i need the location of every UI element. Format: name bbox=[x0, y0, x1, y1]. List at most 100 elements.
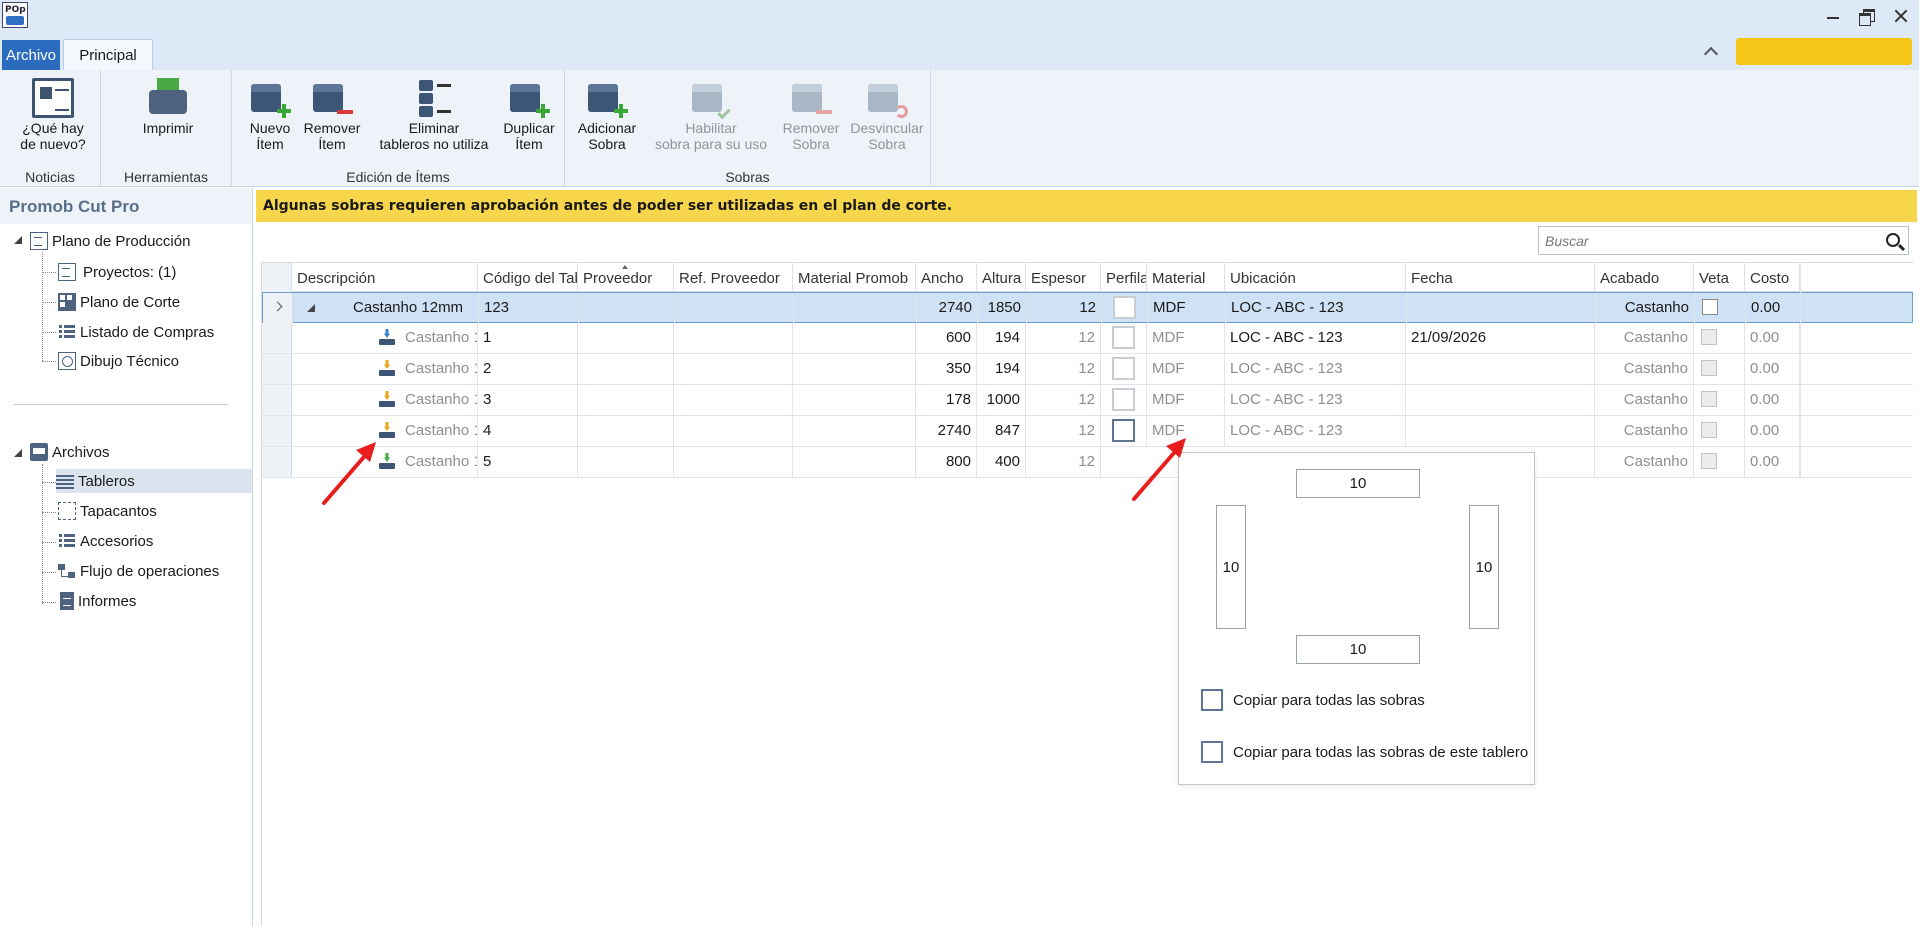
close-button[interactable] bbox=[1891, 6, 1911, 26]
sidebar-item-production-plan[interactable]: Plano de Producción bbox=[30, 229, 190, 253]
table-row[interactable]: Castanho 12mm 1 600 194 12 MDF LOC - ABC… bbox=[262, 323, 1913, 354]
col-codigo[interactable]: Código del Table bbox=[478, 263, 578, 292]
remove-item-button[interactable]: Remover Ítem bbox=[298, 78, 366, 152]
search-icon[interactable] bbox=[1886, 233, 1900, 247]
enable-leftover-button[interactable]: Habilitar sobra para su uso bbox=[647, 78, 775, 152]
edge-bottom-field[interactable]: 10 bbox=[1296, 635, 1420, 664]
col-ref-proveedor[interactable]: Ref. Proveedor bbox=[674, 263, 793, 292]
col-acabado[interactable]: Acabado bbox=[1595, 263, 1694, 292]
edge-profile-toggle[interactable] bbox=[1112, 326, 1135, 349]
annotation-arrow-icon bbox=[1132, 438, 1186, 501]
whats-new-button[interactable]: ¿Qué hay de nuevo? bbox=[16, 78, 90, 152]
unlink-leftover-button[interactable]: Desvincular Sobra bbox=[845, 78, 929, 152]
copy-all-option[interactable]: Copiar para todas las sobras bbox=[1201, 689, 1425, 711]
col-material-promob[interactable]: Material Promob bbox=[793, 263, 916, 292]
search-box[interactable] bbox=[1538, 226, 1909, 255]
col-altura[interactable]: Altura bbox=[977, 263, 1026, 292]
edge-left-field[interactable]: 10 bbox=[1216, 505, 1246, 629]
sidebar-divider bbox=[14, 404, 228, 405]
ribbon-group-noticias: ¿Qué hay de nuevo? Noticias bbox=[0, 70, 101, 187]
copy-board-option[interactable]: Copiar para todas las sobras de este tab… bbox=[1201, 741, 1528, 763]
grain-checkbox[interactable] bbox=[1701, 422, 1717, 438]
new-item-button[interactable]: Nuevo Ítem bbox=[242, 78, 298, 152]
sidebar-item-operations-flow[interactable]: Flujo de operaciones bbox=[58, 559, 219, 583]
ribbon-group-label: Edición de Ítems bbox=[346, 169, 450, 185]
print-button[interactable]: Imprimir bbox=[135, 78, 201, 136]
grain-checkbox[interactable] bbox=[1701, 453, 1717, 469]
table-header: Descripción Código del Table Proveedor R… bbox=[262, 262, 1913, 292]
restore-button[interactable] bbox=[1857, 6, 1877, 26]
table-row[interactable]: Castanho 12mm 2 350 194 12 MDF LOC - ABC… bbox=[262, 354, 1913, 385]
minimize-button[interactable] bbox=[1823, 6, 1843, 26]
collapse-files-icon[interactable] bbox=[14, 449, 24, 459]
edge-profile-toggle[interactable] bbox=[1112, 388, 1135, 411]
add-item-icon bbox=[249, 78, 291, 118]
sidebar-item-purchase-list[interactable]: Listado de Compras bbox=[58, 320, 214, 344]
ribbon-group-herramientas: Imprimir Herramientas bbox=[101, 70, 232, 187]
sidebar-item-technical-drawing[interactable]: Dibujo Técnico bbox=[58, 349, 179, 373]
copy-all-checkbox[interactable] bbox=[1201, 689, 1223, 711]
col-costo[interactable]: Costo bbox=[1745, 263, 1800, 292]
delete-unused-boards-button[interactable]: Eliminar tableros no utiliza bbox=[372, 78, 496, 152]
row-header[interactable] bbox=[263, 293, 293, 323]
operations-flow-icon bbox=[58, 562, 76, 580]
technical-drawing-icon bbox=[58, 352, 76, 370]
sidebar-item-reports[interactable]: Informes bbox=[58, 589, 136, 613]
table-row[interactable]: Castanho 12mm 3 178 1000 12 MDF LOC - AB… bbox=[262, 385, 1913, 416]
edge-top-field[interactable]: 10 bbox=[1296, 469, 1420, 498]
sidebar-item-edge-banding[interactable]: Tapacantos bbox=[58, 499, 157, 523]
ribbon: ¿Qué hay de nuevo? Noticias Imprimir Her… bbox=[0, 70, 1919, 187]
grain-checkbox[interactable] bbox=[1702, 299, 1718, 315]
edge-profile-toggle[interactable] bbox=[1113, 296, 1136, 319]
table-row[interactable]: Castanho 12mm 4 2740 847 12 MDF LOC - AB… bbox=[262, 416, 1913, 447]
tab-principal[interactable]: Principal bbox=[63, 39, 153, 70]
row-header[interactable] bbox=[262, 354, 292, 384]
row-header[interactable] bbox=[262, 385, 292, 415]
grain-checkbox[interactable] bbox=[1701, 391, 1717, 407]
row-header[interactable] bbox=[262, 323, 292, 353]
grain-checkbox[interactable] bbox=[1701, 329, 1717, 345]
grain-checkbox[interactable] bbox=[1701, 360, 1717, 376]
row-header[interactable] bbox=[262, 416, 292, 446]
highlighted-slot[interactable] bbox=[1736, 38, 1912, 65]
table-row[interactable]: Castanho 12mm 5 800 400 12 2026 Castanho… bbox=[262, 447, 1913, 478]
sidebar-item-accessories[interactable]: Accesorios bbox=[58, 529, 153, 553]
boards-table: Descripción Código del Table Proveedor R… bbox=[261, 262, 1913, 926]
production-plan-icon bbox=[30, 232, 48, 250]
col-fecha[interactable]: Fecha bbox=[1406, 263, 1595, 292]
edge-profile-toggle[interactable] bbox=[1112, 357, 1135, 380]
col-descripcion[interactable]: Descripción bbox=[292, 263, 478, 292]
collapse-row-icon[interactable] bbox=[307, 304, 315, 312]
col-material[interactable]: Material bbox=[1147, 263, 1225, 292]
sidebar-item-files[interactable]: Archivos bbox=[30, 440, 110, 464]
col-espesor[interactable]: Espesor bbox=[1026, 263, 1101, 292]
sidebar-item-projects[interactable]: Proyectos: (1) bbox=[58, 260, 176, 284]
tab-archivo[interactable]: Archivo bbox=[2, 40, 60, 70]
col-perfila[interactable]: Perfila bbox=[1101, 263, 1147, 292]
leftover-icon bbox=[379, 329, 395, 345]
search-input[interactable] bbox=[1539, 227, 1869, 254]
enable-leftover-icon bbox=[690, 78, 732, 120]
collapse-ribbon-icon[interactable] bbox=[1704, 47, 1718, 57]
collapse-production-icon[interactable] bbox=[14, 236, 24, 246]
duplicate-item-button[interactable]: Duplicar Ítem bbox=[498, 78, 560, 152]
col-proveedor[interactable]: Proveedor bbox=[578, 263, 674, 292]
remove-leftover-button[interactable]: Remover Sobra bbox=[777, 78, 845, 152]
leftover-icon bbox=[379, 391, 395, 407]
row-header[interactable] bbox=[262, 447, 292, 477]
col-veta[interactable]: Veta bbox=[1694, 263, 1745, 292]
copy-board-checkbox[interactable] bbox=[1201, 741, 1223, 763]
unlink-leftover-icon bbox=[866, 78, 908, 118]
table-row-parent[interactable]: Castanho 12mm 123 2740 1850 12 MDF LOC -… bbox=[262, 292, 1913, 323]
boards-icon bbox=[56, 472, 74, 490]
edge-banding-popup: 10 10 10 10 Copiar para todas las sobras… bbox=[1178, 452, 1535, 785]
add-leftover-icon bbox=[586, 78, 628, 118]
sidebar: Promob Cut Pro Plano de Producción Proye… bbox=[0, 188, 253, 926]
edge-right-field[interactable]: 10 bbox=[1469, 505, 1499, 629]
ribbon-group-edicion: Nuevo Ítem Remover Ítem Eliminar tablero… bbox=[232, 70, 565, 187]
col-ancho[interactable]: Ancho bbox=[916, 263, 977, 292]
sidebar-item-cut-plan[interactable]: Plano de Corte bbox=[58, 290, 180, 314]
sidebar-item-boards[interactable]: Tableros bbox=[56, 469, 252, 493]
col-ubicacion[interactable]: Ubicación bbox=[1225, 263, 1406, 292]
add-leftover-button[interactable]: Adicionar Sobra bbox=[573, 78, 641, 152]
